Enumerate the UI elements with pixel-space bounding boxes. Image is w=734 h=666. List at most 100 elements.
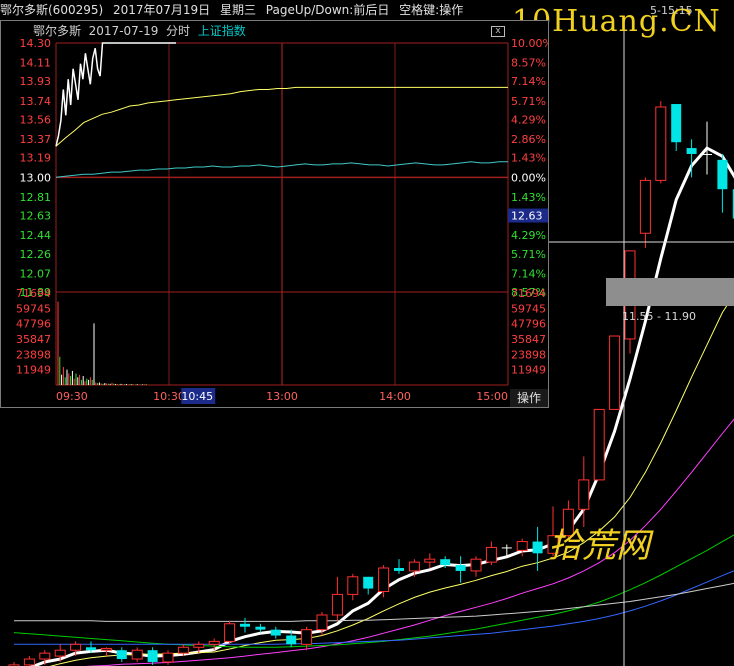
cn-watermark: 拾荒网 (548, 526, 650, 566)
weekday: 星期三 (219, 3, 256, 17)
price-tick-label: 12.81 (20, 191, 52, 204)
price-tick-label: 12.63 (20, 210, 52, 223)
volume-tick-label-right: 11949 (511, 364, 546, 377)
price-tick-label: 13.74 (20, 95, 52, 108)
candle-body (70, 643, 82, 651)
crosshair-price-box (606, 278, 734, 306)
candle-body (702, 153, 712, 155)
intraday-chart: 14.30 14.11 13.93 13.74 13.56 13.37 13.19 13.00… (16, 37, 548, 404)
candle-body (394, 567, 404, 571)
pct-tick-label: 10.00% (511, 37, 548, 50)
volume-tick-label: 71694 (16, 287, 51, 300)
price-tick-label: 14.30 (20, 37, 52, 50)
candle-body (224, 623, 236, 642)
candle-body (177, 646, 189, 654)
candle-body (440, 559, 451, 566)
candle-body (424, 558, 436, 563)
candle-body (116, 650, 127, 660)
price-tick-label: 14.11 (20, 57, 52, 70)
volume-tick-label: 23898 (16, 348, 51, 361)
paging-hint: PageUp/Down:前后日 (265, 3, 390, 17)
candle-body (378, 567, 390, 592)
space-hint: 空格键:操作 (399, 3, 464, 17)
pct-tick-label: 1.43% (511, 191, 546, 204)
price-tick-label: 13.56 (20, 113, 52, 126)
pct-tick-label: 1.43% (511, 152, 546, 165)
time-tick-label: 15:00 (476, 390, 508, 403)
pct-tick-label: 5.71% (511, 95, 546, 108)
candle-body (39, 652, 51, 660)
price-tick-label: 13.00 (20, 171, 52, 184)
candle-body (578, 479, 590, 510)
candle-body (301, 629, 313, 645)
crosshair-price-range: 11.55 - 11.90 (622, 310, 696, 323)
candle-body (516, 541, 528, 551)
candle-body (532, 541, 543, 554)
volume-tick-label-right: 59745 (511, 302, 546, 315)
volume-tick-label: 47796 (16, 318, 51, 331)
candle-body (240, 623, 250, 627)
time-tick-label: 14:00 (379, 390, 411, 403)
trade-date: 2017年07月19日 (113, 3, 211, 17)
candle-body (147, 650, 158, 662)
candle-body (655, 106, 667, 181)
candle-body (347, 576, 359, 595)
volume-tick-label: 59745 (16, 302, 51, 315)
volume-tick-label: 11949 (16, 364, 51, 377)
candle-body (286, 635, 297, 645)
candle-body (162, 652, 174, 663)
pct-tick-label: 2.86% (511, 133, 546, 146)
candle-body (316, 614, 328, 631)
candle-body (331, 593, 343, 616)
price-tick-label: 13.37 (20, 133, 52, 146)
candle-body (717, 159, 728, 190)
price-tick-label: 12.26 (20, 248, 52, 261)
price-tick-label: 13.93 (20, 75, 52, 88)
time-tick-label: 09:30 (56, 390, 88, 403)
volume-tick-label-right: 35847 (511, 333, 546, 346)
pct-tick-label: 5.71% (511, 248, 546, 261)
candle-body (686, 148, 697, 154)
candle-body (593, 408, 605, 481)
candle-body (470, 558, 482, 572)
stock-name-code: 鄂尔多斯(600295) (0, 3, 104, 17)
pct-tick-label: 4.29% (511, 229, 546, 242)
pct-tick-label: 0.00% (511, 171, 546, 184)
candle-body (501, 547, 512, 549)
volume-tick-label: 35847 (16, 333, 51, 346)
volume-tick-label-right: 47796 (511, 318, 546, 331)
candle-body (23, 658, 35, 666)
price-tick-label: 12.44 (20, 229, 52, 242)
ma60-line (14, 570, 734, 645)
pct-tick-label: 8.57% (511, 57, 546, 70)
candle-body (193, 643, 205, 648)
candle-body (639, 179, 651, 234)
time-tick-label: 13:00 (266, 390, 298, 403)
volume-tick-label-right: 23898 (511, 348, 546, 361)
candle-body (408, 561, 420, 572)
intraday-popup[interactable]: 鄂尔多斯 2017-07-19 分时 上证指数 x 14.30 14.11 13.9… (0, 20, 549, 408)
current-price-label: 12.63 (511, 210, 543, 223)
time-tick-label: 10:30 (153, 390, 185, 403)
pct-tick-label: 7.14% (511, 75, 546, 88)
operate-button[interactable]: 操作 (510, 389, 548, 407)
price-tick-label: 12.07 (20, 267, 52, 280)
price-tick-label: 13.19 (20, 152, 52, 165)
candle-body (270, 629, 281, 636)
candle-body (671, 104, 682, 143)
pct-tick-label: 7.14% (511, 267, 546, 280)
candle-body (455, 565, 466, 571)
volume-tick-label-right: 71694 (511, 287, 546, 300)
candle-body (255, 626, 266, 630)
time-tick-label: 10:45 (181, 390, 213, 403)
candle-body (131, 649, 143, 660)
corner-text: 5-15:15 (650, 4, 693, 17)
candle-body (100, 647, 112, 651)
candle-body (363, 576, 374, 589)
candle-body (609, 335, 621, 410)
pct-tick-label: 4.29% (511, 113, 546, 126)
candle-body (208, 640, 220, 645)
candle-body (485, 546, 497, 563)
candle-body (54, 649, 66, 657)
candle-body (86, 647, 96, 651)
